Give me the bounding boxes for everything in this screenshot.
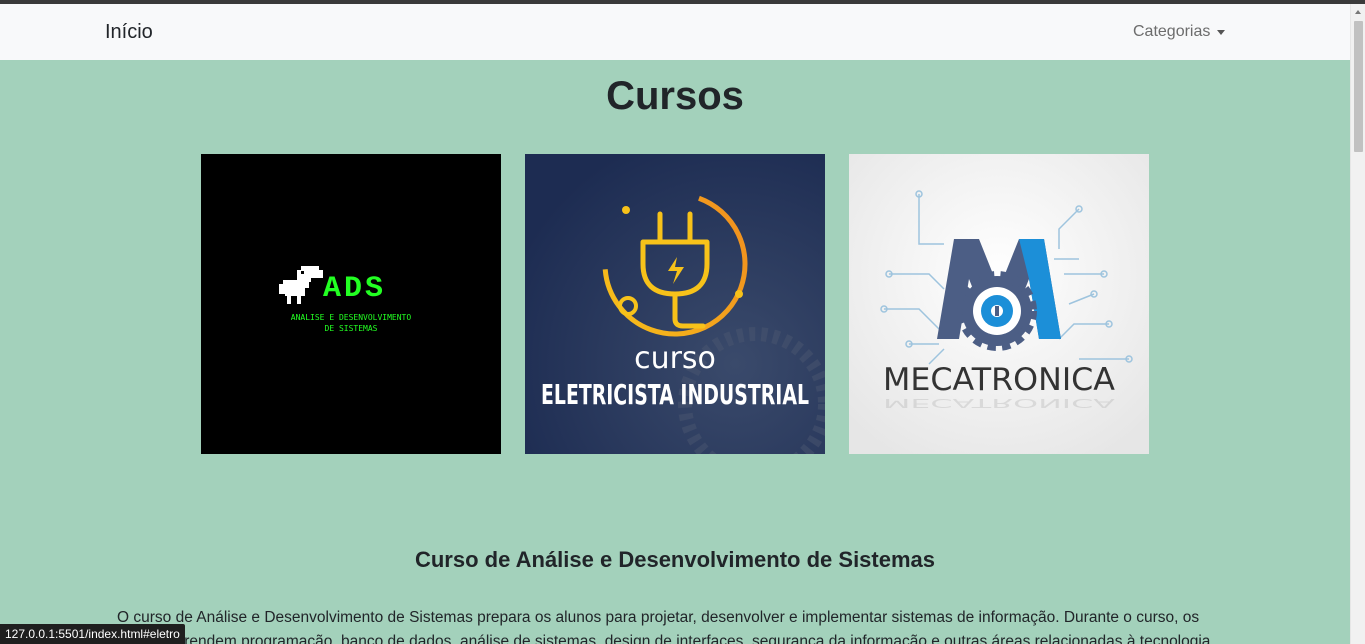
- course-card-eletricista[interactable]: curso ELETRICISTA INDUSTRIAL: [525, 154, 825, 454]
- page-title: Cursos: [606, 74, 744, 118]
- ads-logo-image: ADS ANALISE E DESENVOLVIMENTO DE SISTEMA…: [201, 154, 501, 454]
- nav-brand-link[interactable]: Início: [105, 21, 153, 44]
- eletricista-logo-image: curso ELETRICISTA INDUSTRIAL: [525, 154, 825, 454]
- section-description: O curso de Análise e Desenvolvimento de …: [117, 609, 1211, 644]
- mecatronica-logo-image: MECATRONICA MECATRONICA: [849, 154, 1149, 454]
- course-card-ads[interactable]: ADS ANALISE E DESENVOLVIMENTO DE SISTEMA…: [201, 154, 501, 454]
- mecatronica-logo-reflection: MECATRONICA: [883, 396, 1115, 411]
- categories-dropdown[interactable]: Categorias: [1133, 23, 1226, 41]
- section-title: Curso de Análise e Desenvolvimento de Si…: [414, 547, 936, 572]
- navbar: Início Categorias: [0, 4, 1350, 60]
- scroll-up-arrow-icon[interactable]: [1355, 10, 1361, 14]
- vertical-scrollbar[interactable]: [1350, 4, 1365, 644]
- ads-logo-text: ADS: [323, 272, 386, 306]
- eletricista-logo-prefix: curso: [634, 341, 716, 376]
- categories-label: Categorias: [1133, 23, 1211, 40]
- mecatronica-logo-text: MECATRONICA: [883, 362, 1115, 398]
- scrollbar-thumb[interactable]: [1354, 21, 1363, 152]
- caret-down-icon: [1217, 29, 1226, 35]
- eletricista-logo-text: ELETRICISTA INDUSTRIAL: [541, 378, 809, 411]
- gear-icon: [957, 271, 1037, 351]
- ads-logo-subtitle-1: ANALISE E DESENVOLVIMENTO: [291, 313, 412, 322]
- course-card-mecatronica[interactable]: MECATRONICA MECATRONICA: [849, 154, 1149, 454]
- ads-logo-subtitle-2: DE SISTEMAS: [325, 324, 378, 333]
- status-bar-url: 127.0.0.1:5501/index.html#eletro: [0, 624, 185, 644]
